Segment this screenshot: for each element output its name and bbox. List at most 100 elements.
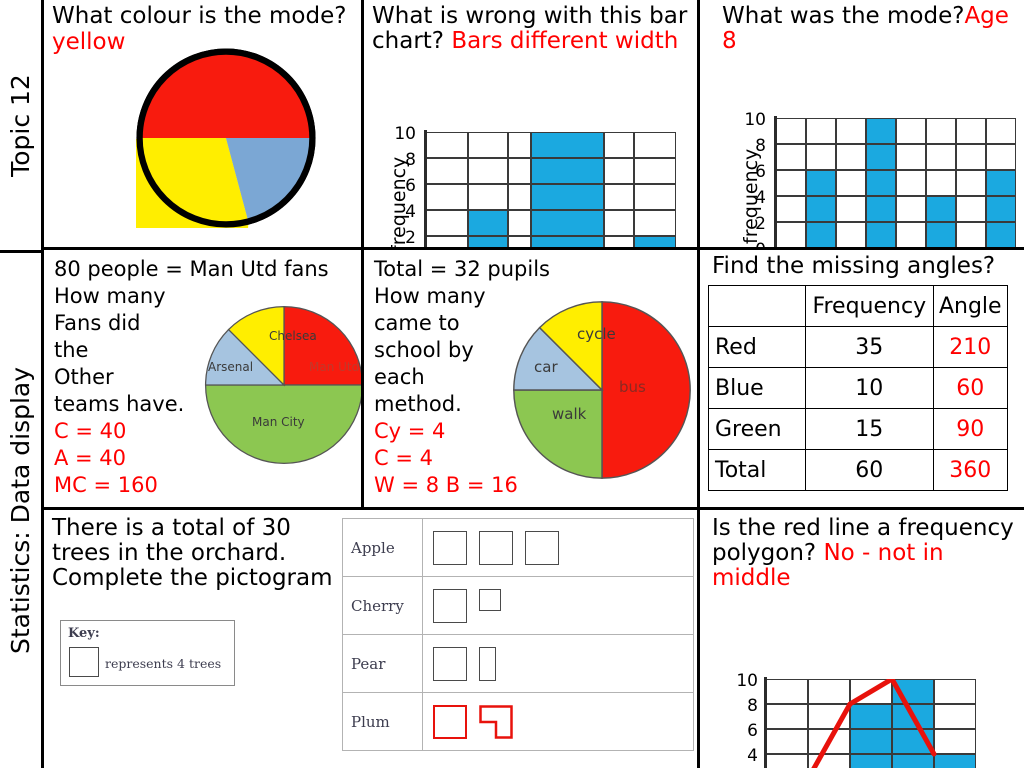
pie-label-car: car <box>534 358 558 376</box>
grid-cell <box>634 158 676 184</box>
cell-angle-red: 210 <box>932 326 1009 368</box>
ytick-10: 10 <box>744 110 766 130</box>
panel-mode-age: What was the mode?Age 8 frequency 10 8 6… <box>700 0 1024 247</box>
bar-width-question: What is wrong with this bar chart? Bars … <box>364 0 697 54</box>
grid-cell <box>926 170 956 196</box>
grid-cell <box>776 196 806 222</box>
tree-symbol-full-red-icon <box>433 704 467 739</box>
panel-man-utd: 80 people = Man Utd fans How many Fans d… <box>44 250 364 507</box>
pictogram-symbols-pear[interactable] <box>422 634 694 693</box>
row-label-total: Total <box>708 449 806 491</box>
grid-cell <box>508 210 531 236</box>
grid-cell <box>468 184 508 210</box>
grid-cell <box>426 184 468 210</box>
table-row: Apple <box>342 518 694 577</box>
bar-age10-seg <box>986 196 1016 222</box>
tree-symbol-quarter-icon <box>479 588 501 611</box>
grid-cell <box>896 170 926 196</box>
ytick-4: 4 <box>405 202 416 222</box>
grid-cell <box>508 236 531 247</box>
grid-cell <box>836 222 866 247</box>
mode-age-question: What was the mode? <box>722 3 965 29</box>
grid-cell <box>776 144 806 170</box>
ytick-8: 8 <box>755 136 766 156</box>
bar-age8-seg <box>866 196 896 222</box>
mode-age-plot <box>776 118 1016 247</box>
pictogram-symbols-apple[interactable] <box>422 518 694 577</box>
key-text: represents 4 trees <box>105 656 222 671</box>
table-row: Plum <box>342 692 694 751</box>
row-2: 80 people = Man Utd fans How many Fans d… <box>44 250 1024 510</box>
y-axis <box>774 116 777 247</box>
left-rail: Topic 12 Statistics: Data display <box>0 0 44 768</box>
row-label-green: Green <box>708 408 806 450</box>
ytick-4: 4 <box>755 188 766 208</box>
grid-cell <box>896 196 926 222</box>
grid-cell <box>426 236 468 247</box>
ytick-8: 8 <box>747 696 758 716</box>
pie-label-man-utd: Man Utd <box>309 360 360 374</box>
grid-cell <box>604 184 634 210</box>
grid-cell <box>776 170 806 196</box>
cell-angle-blue: 60 <box>932 367 1009 409</box>
y-axis <box>764 677 767 768</box>
grid-cell <box>634 184 676 210</box>
bar-A-seg <box>468 236 508 247</box>
grid-cell <box>836 196 866 222</box>
ytick-2: 2 <box>755 214 766 234</box>
rail-subject-cell: Statistics: Data display <box>0 253 41 768</box>
missing-angles-table: Frequency Angle Red 35 210 Blue 10 60 Gr… <box>708 285 1009 491</box>
cell-frequency-red: 35 <box>805 326 934 368</box>
tree-symbol-full-icon <box>433 588 467 623</box>
pictogram-label-apple: Apple <box>342 518 423 577</box>
pictogram-symbols-cherry[interactable] <box>422 576 694 635</box>
bar-C-seg <box>634 236 676 247</box>
panel-missing-angles: Find the missing angles? Frequency Angle… <box>700 250 1024 507</box>
header-angle: Angle <box>932 285 1009 327</box>
table-row: Green 15 90 <box>708 408 1009 450</box>
y-axis <box>424 130 427 247</box>
pie-label-cycle: cycle <box>577 325 616 343</box>
cell-frequency-blue: 10 <box>805 367 934 409</box>
grid-cell <box>836 170 866 196</box>
ytick-10: 10 <box>394 124 416 144</box>
panel-bar-width: What is wrong with this bar chart? Bars … <box>364 0 700 247</box>
grid-cell <box>896 222 926 247</box>
pictogram-table: Apple Cherry Pear Plum <box>342 518 694 751</box>
bar-age8-seg <box>866 144 896 170</box>
pie-label-bus: bus <box>619 378 646 396</box>
bar-B-seg <box>531 210 604 236</box>
grid-cell <box>806 144 836 170</box>
row-3: There is a total of 30 trees in the orch… <box>44 510 1024 768</box>
pie-label-chelsea: Chelsea <box>269 329 317 343</box>
grid-cell <box>604 210 634 236</box>
grid-cell <box>956 118 986 144</box>
grid-cell <box>604 236 634 247</box>
cell-angle-total: 360 <box>932 449 1009 491</box>
panel-grid: What colour is the mode? yellow What is … <box>44 0 1024 768</box>
table-header-row: Frequency Angle <box>708 285 1009 327</box>
pictogram-symbols-plum[interactable] <box>422 692 694 751</box>
worksheet-page: Topic 12 Statistics: Data display What c… <box>0 0 1024 768</box>
bar-age10-seg <box>986 170 1016 196</box>
ytick-6: 6 <box>747 721 758 741</box>
bar-age8-seg <box>866 118 896 144</box>
table-row: Total 60 360 <box>708 449 1009 491</box>
grid-cell <box>604 132 634 158</box>
header-blank <box>708 285 806 327</box>
ytick-4: 4 <box>747 746 758 766</box>
bar-width-question-l1: What is wrong with this bar <box>372 3 688 29</box>
grid-cell <box>956 196 986 222</box>
ytick-2: 2 <box>405 228 416 247</box>
grid-cell <box>634 210 676 236</box>
grid-cell <box>508 158 531 184</box>
tree-symbol-full-icon <box>433 530 467 565</box>
grid-cell <box>926 144 956 170</box>
pie-svg <box>136 48 316 228</box>
grid-cell <box>956 170 986 196</box>
grid-cell <box>776 118 806 144</box>
grid-cell <box>986 144 1016 170</box>
ytick-10: 10 <box>736 671 758 691</box>
man-utd-answer: MC = 160 <box>54 473 158 497</box>
key-square-icon <box>69 647 99 677</box>
